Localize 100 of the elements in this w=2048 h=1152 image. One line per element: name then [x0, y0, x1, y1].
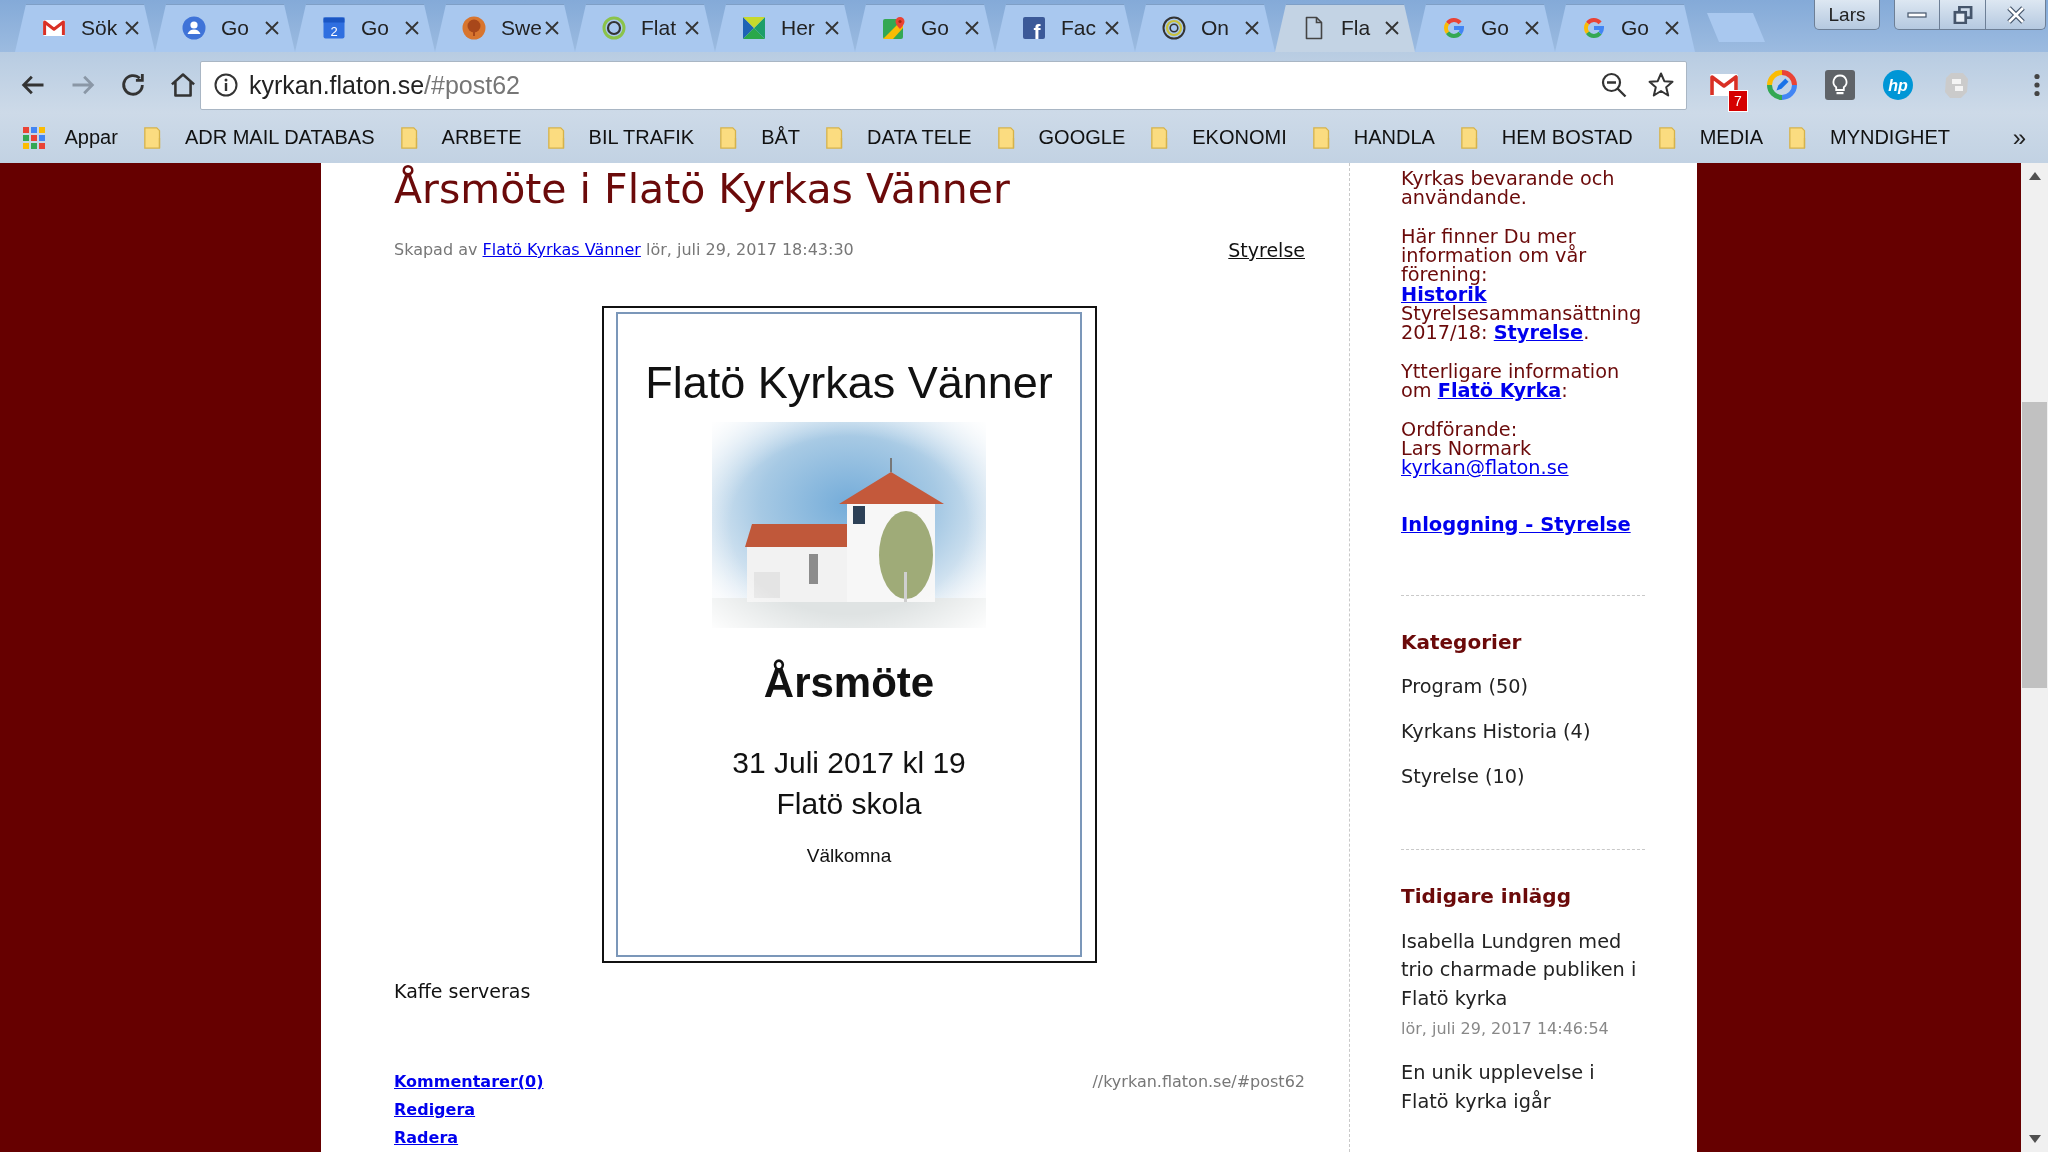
lightbulb-icon[interactable]: [1825, 70, 1855, 100]
close-icon[interactable]: [1665, 21, 1679, 35]
info-icon[interactable]: [214, 73, 238, 97]
close-icon[interactable]: [825, 21, 839, 35]
bookmark-item[interactable]: EKONOMI: [1137, 120, 1300, 155]
browser-tab[interactable]: Go: [1555, 4, 1695, 52]
zoom-out-icon[interactable]: [1601, 72, 1627, 98]
browser-tab[interactable]: Go: [855, 4, 995, 52]
star-icon[interactable]: [1648, 72, 1674, 98]
post-link[interactable]: Isabella Lundgren med trio charmade publiken i Flatö kyrka: [1401, 927, 1645, 1014]
post-title: Årsmöte i Flatö Kyrkas Vänner: [394, 165, 1010, 213]
sidebar-text: Ordförande:: [1401, 419, 1518, 440]
author-link[interactable]: Flatö Kyrkas Vänner: [482, 240, 641, 259]
post-link[interactable]: En unik upplevelse i Flatö kyrka igår: [1401, 1059, 1645, 1117]
restore-icon: [1952, 5, 1973, 24]
mail-icon[interactable]: [1709, 73, 1739, 97]
action-link[interactable]: Radera: [394, 1124, 459, 1152]
action-link[interactable]: Redigera: [394, 1096, 476, 1124]
g-logo-icon: [1442, 16, 1466, 40]
count-badge: 7: [1728, 90, 1748, 112]
browser-tab[interactable]: Her: [715, 4, 855, 52]
post-date: lör, juli 29, 2017 14:46:54: [1401, 1019, 1609, 1040]
profile-button[interactable]: Lars: [1814, 0, 1880, 30]
poster-title: Årsmöte: [763, 659, 935, 707]
bookmark-item[interactable]: BÅT: [706, 120, 813, 155]
browser-tab[interactable]: On: [1135, 4, 1275, 52]
restore-button[interactable]: [1940, 0, 1986, 30]
poster-date: 31 Juli 2017 kl 19: [732, 745, 966, 781]
sidebar-text: Kyrkas bevarande och användande.: [1401, 169, 1616, 208]
close-icon[interactable]: [265, 21, 279, 35]
email-link[interactable]: kyrkan@flaton.se: [1401, 456, 1569, 480]
close-icon[interactable]: [1105, 21, 1119, 35]
close-button[interactable]: [1986, 0, 2046, 30]
tree-icon: [462, 16, 486, 40]
close-icon[interactable]: [405, 21, 419, 35]
sidebar-text: Styrelsesammansättning 2017/18: Styrelse.: [1401, 304, 1643, 343]
browser-tab[interactable]: Go: [155, 4, 295, 52]
sidebar-text: Ytterligare information om Flatö Kyrka:: [1401, 361, 1621, 401]
close-icon[interactable]: [545, 21, 559, 35]
scroll-up-icon[interactable]: [2028, 172, 2041, 180]
poster-heading: Flatö Kyrkas Vänner: [645, 357, 1053, 409]
map-pin-icon: [882, 16, 906, 40]
address-bar[interactable]: kyrkan.flaton.se/#post62: [200, 60, 1687, 110]
browser-tab[interactable]: Swe: [435, 4, 575, 52]
browser-tab[interactable]: Sök: [15, 4, 155, 52]
bookmark-item[interactable]: BIL TRAFIK: [534, 120, 707, 155]
triangles-icon: [742, 16, 766, 40]
bookmark-item[interactable]: MYNDIGHET: [1775, 120, 1963, 155]
minimize-icon: [1907, 11, 1927, 18]
bookmark-item[interactable]: ADR MAIL DATABAS: [130, 120, 388, 155]
browser-tab[interactable]: Go: [1415, 4, 1555, 52]
close-icon[interactable]: [1385, 21, 1399, 35]
close-icon[interactable]: [1245, 21, 1259, 35]
close-icon[interactable]: [1525, 21, 1539, 35]
ring-icon: [1162, 16, 1186, 40]
bookmark-item[interactable]: DATA TELE: [812, 120, 985, 155]
sidebar-text: Här finner Du mer information om vår förening:: [1401, 226, 1588, 285]
url-text: kyrkan.flaton.se/#post62: [249, 70, 520, 100]
reload-icon[interactable]: [119, 71, 147, 99]
g-logo-icon: [1582, 16, 1606, 40]
sidebar-text: Lars Normark: [1401, 439, 1532, 459]
bookmark-item[interactable]: GOOGLE: [984, 120, 1138, 155]
bookmark-item[interactable]: HEM BOSTAD: [1447, 120, 1646, 155]
close-icon[interactable]: [965, 21, 979, 35]
permalink: //kyrkan.flaton.se/#post62: [1092, 1071, 1305, 1093]
browser-tab[interactable]: Fla: [1275, 4, 1415, 52]
close-icon[interactable]: [125, 21, 139, 35]
person-icon: [182, 16, 206, 40]
pen-circle-icon[interactable]: [1767, 70, 1797, 100]
minimize-button[interactable]: [1894, 0, 1940, 30]
bookmark-item[interactable]: MEDIA: [1645, 120, 1776, 155]
poster-place: Flatö skola: [776, 786, 922, 822]
ring-icon: [602, 16, 626, 40]
browser-tab[interactable]: Flat: [575, 4, 715, 52]
action-link[interactable]: Kommentarer(0): [394, 1068, 544, 1096]
login-link[interactable]: Inloggning - Styrelse: [1401, 512, 1631, 536]
more-bookmarks-button[interactable]: »: [2012, 123, 2026, 152]
bookmark-item[interactable]: Appar: [10, 120, 131, 155]
f-logo-icon: f: [1022, 16, 1046, 40]
byline: Skapad av Flatö Kyrkas Vänner lör, juli 29, 2017 18:43:30: [394, 239, 854, 261]
calendar-icon: 2: [322, 16, 346, 40]
menu-icon[interactable]: [2034, 73, 2040, 97]
scrollbar-thumb[interactable]: [2022, 402, 2047, 688]
post-body: Kaffe serveras: [394, 979, 531, 1003]
browser-tab[interactable]: f Fac: [995, 4, 1135, 52]
sidebar-link[interactable]: Styrelse: [1493, 321, 1584, 345]
home-icon[interactable]: [169, 71, 197, 99]
browser-tab[interactable]: 2 Go: [295, 4, 435, 52]
bookmark-item[interactable]: ARBETE: [387, 120, 535, 155]
close-icon[interactable]: [685, 21, 699, 35]
bookmark-item[interactable]: HANDLA: [1299, 120, 1448, 155]
apps-grid-icon: [22, 126, 45, 149]
scrollbar[interactable]: [2021, 163, 2048, 1152]
scroll-down-icon[interactable]: [2028, 1135, 2041, 1143]
category-link[interactable]: Styrelse (10): [1401, 764, 1525, 788]
category-link[interactable]: Styrelse: [1228, 239, 1305, 261]
category-link[interactable]: Program (50): [1401, 674, 1529, 698]
category-link[interactable]: Kyrkans Historia (4): [1401, 719, 1591, 743]
close-window-icon: [2005, 5, 2026, 24]
section-heading: Tidigare inlägg: [1401, 883, 1571, 908]
